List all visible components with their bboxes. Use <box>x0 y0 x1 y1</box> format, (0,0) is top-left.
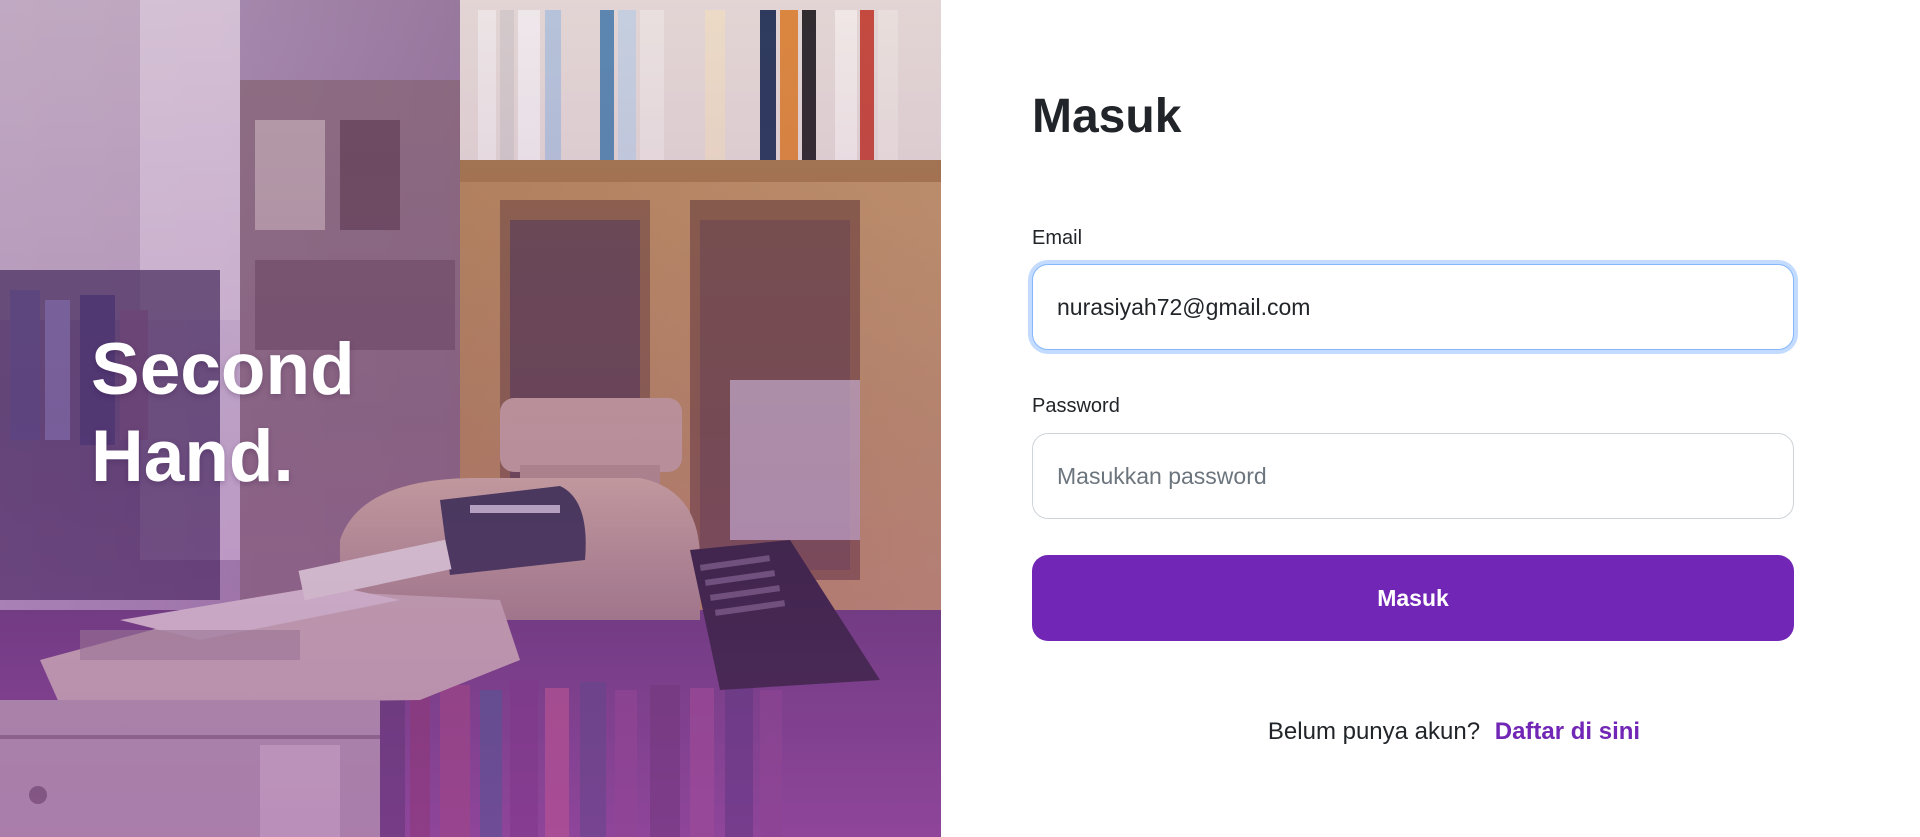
email-label: Email <box>1032 227 1083 249</box>
hero-panel: Second Hand. <box>0 0 941 837</box>
brand-logo-text: Second Hand. <box>91 326 355 500</box>
password-label: Password <box>1032 395 1120 417</box>
password-field[interactable] <box>1032 433 1794 519</box>
signup-link[interactable]: Daftar di sini <box>1495 718 1640 745</box>
login-form-panel: Masuk Email Password Masuk Belum punya a… <box>941 0 1920 837</box>
login-button[interactable]: Masuk <box>1032 555 1794 641</box>
signup-prompt-row: Belum punya akun? Daftar di sini <box>941 718 1920 746</box>
email-field[interactable] <box>1032 264 1794 350</box>
brand-line-1: Second <box>91 329 355 410</box>
signup-prompt-text: Belum punya akun? <box>1267 718 1481 745</box>
login-page: Second Hand. Masuk Email Password Masuk … <box>0 0 1920 837</box>
brand-line-2: Hand. <box>91 416 294 497</box>
page-title: Masuk <box>1032 90 1182 143</box>
